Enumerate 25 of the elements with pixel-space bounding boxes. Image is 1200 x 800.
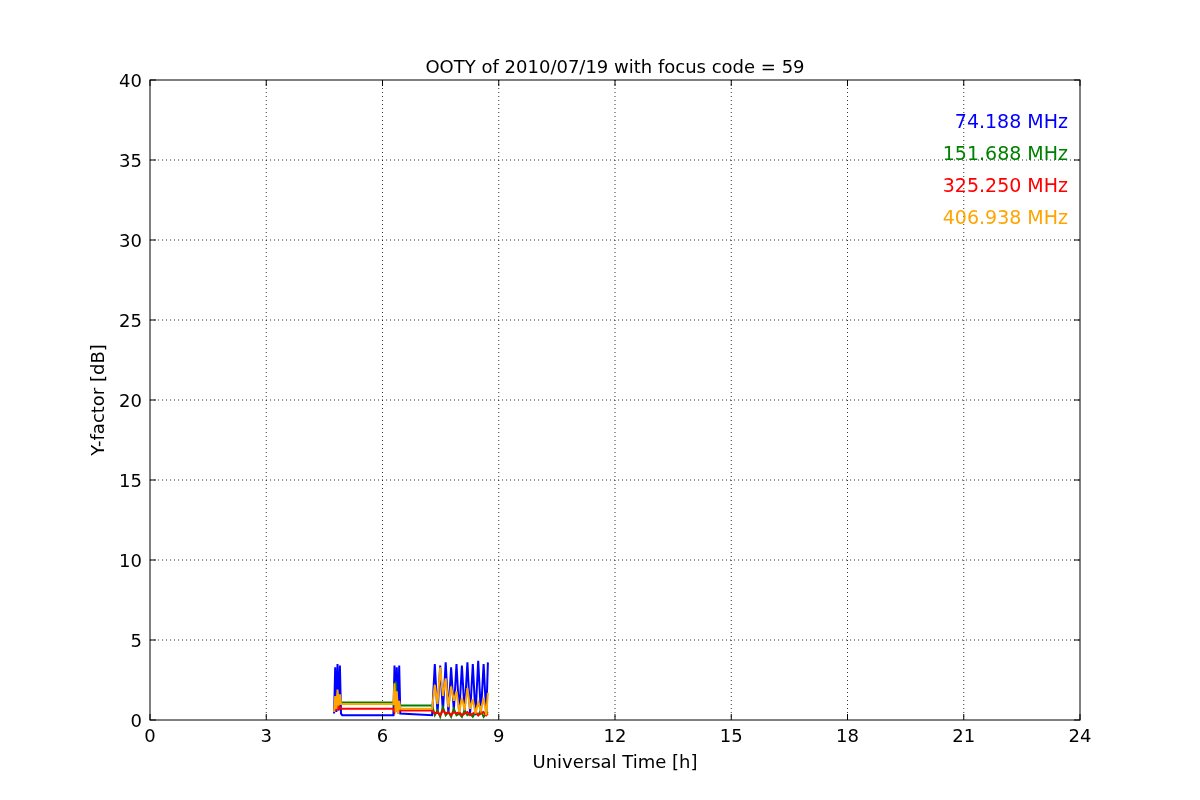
x-tick-label: 0 <box>144 725 156 746</box>
y-tick-label: 25 <box>119 310 142 331</box>
y-tick-label: 20 <box>119 390 142 411</box>
chart-title: OOTY of 2010/07/19 with focus code = 59 <box>425 56 805 77</box>
y-tick-label: 0 <box>130 710 142 731</box>
y-tick-label: 35 <box>119 150 142 171</box>
x-tick-label: 24 <box>1068 725 1092 746</box>
x-tick-label: 15 <box>719 725 743 746</box>
legend-label: 325.250 MHz <box>942 174 1068 196</box>
x-tick-label: 21 <box>952 725 976 746</box>
y-tick-label: 15 <box>119 470 142 491</box>
x-tick-label: 12 <box>603 725 627 746</box>
y-tick-label: 10 <box>119 550 142 571</box>
legend-label: 151.688 MHz <box>942 142 1068 164</box>
x-axis-label: Universal Time [h] <box>532 751 698 772</box>
legend-label: 74.188 MHz <box>954 110 1068 132</box>
x-tick-label: 6 <box>376 725 389 746</box>
y-tick-label: 5 <box>130 630 142 651</box>
y-tick-label: 40 <box>119 70 142 91</box>
y-axis-label: Y-factor [dB] <box>87 344 108 456</box>
y-tick-label: 30 <box>119 230 142 251</box>
legend-label: 406.938 MHz <box>942 206 1068 228</box>
x-tick-label: 18 <box>836 725 859 746</box>
x-tick-label: 9 <box>493 725 505 746</box>
x-tick-label: 3 <box>260 725 272 746</box>
